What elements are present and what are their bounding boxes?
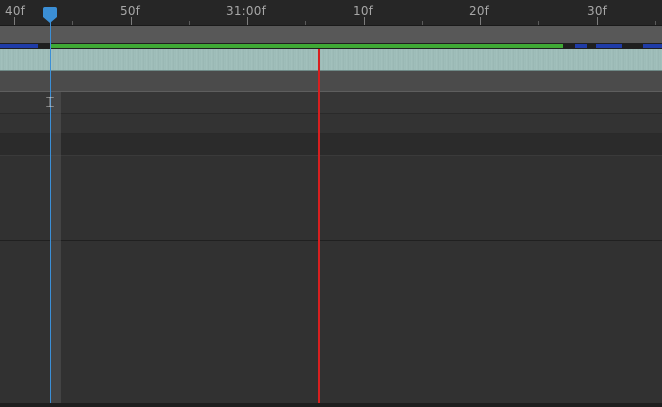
cache-segment xyxy=(0,44,38,48)
ruler-label-30f: 30f xyxy=(587,4,608,18)
ruler-label-20f: 20f xyxy=(469,4,490,18)
ruler-label-10f: 10f xyxy=(353,4,374,18)
ruler-tick xyxy=(305,21,306,25)
time-ruler[interactable]: 40f 50f 31:00f 10f 20f 30f xyxy=(0,0,662,26)
layer-duration-bar[interactable] xyxy=(0,49,662,71)
track-row[interactable] xyxy=(0,114,662,134)
track-area-empty[interactable] xyxy=(0,241,662,403)
ruler-label-40f: 40f xyxy=(5,4,26,18)
cache-rendered-segment xyxy=(50,44,563,48)
timeline-bottom-edge xyxy=(0,403,662,407)
ruler-tick xyxy=(364,17,365,25)
ruler-tick xyxy=(480,17,481,25)
ruler-label-50f: 50f xyxy=(120,4,141,18)
ruler-label-31-00f: 31:00f xyxy=(226,4,267,18)
ruler-tick xyxy=(14,17,15,25)
ruler-tick xyxy=(247,17,248,25)
track-row[interactable] xyxy=(0,134,662,156)
ruler-tick xyxy=(538,21,539,25)
ruler-tick xyxy=(422,21,423,25)
ruler-tick xyxy=(189,21,190,25)
track-area[interactable] xyxy=(0,156,662,241)
ruler-tick xyxy=(131,17,132,25)
ibeam-cursor-icon: ⌶ xyxy=(45,93,55,111)
track-row[interactable] xyxy=(0,92,662,114)
ruler-tick xyxy=(597,17,598,25)
ruler-tick xyxy=(655,21,656,25)
cache-segment xyxy=(575,44,587,48)
layer-track[interactable] xyxy=(0,71,662,92)
playhead-icon[interactable] xyxy=(43,7,57,17)
time-marker-line[interactable] xyxy=(318,49,320,403)
current-time-shade xyxy=(50,92,61,403)
ruler-tick xyxy=(72,21,73,25)
cache-segment xyxy=(643,44,662,48)
work-area-bar[interactable] xyxy=(0,26,662,43)
cache-segment xyxy=(596,44,622,48)
playhead-tip[interactable] xyxy=(43,17,57,23)
playhead-line[interactable] xyxy=(50,10,51,403)
